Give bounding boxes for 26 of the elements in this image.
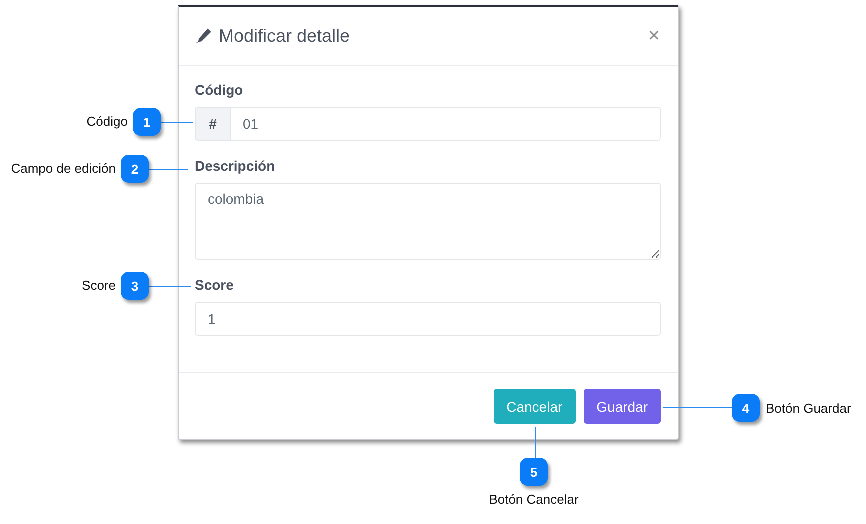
callout-badge: 4 <box>732 394 760 422</box>
callout-label: Score <box>82 278 116 294</box>
callout-label: Campo de edición <box>11 161 116 177</box>
callout-label: Botón Cancelar <box>489 492 579 508</box>
save-button[interactable]: Guardar <box>584 389 661 424</box>
leader-line <box>663 407 733 408</box>
field-label: Código <box>195 82 244 98</box>
close-button[interactable]: × <box>648 26 660 46</box>
callout-badge: 1 <box>133 108 161 136</box>
callout-badge: 3 <box>121 272 149 300</box>
leader-line <box>161 122 193 123</box>
callout-label: Botón Guardar <box>766 401 852 417</box>
callout-badge: 5 <box>520 458 548 486</box>
pencil-icon <box>195 27 213 45</box>
callout-badge: 2 <box>121 155 149 183</box>
dialog-title: Modificar detalle <box>219 26 350 46</box>
leader-line <box>535 427 536 458</box>
hash-addon: # <box>195 107 230 141</box>
leader-line <box>149 169 188 170</box>
description-textarea[interactable]: colombia <box>195 183 661 260</box>
callout-label: Código <box>86 114 128 130</box>
field-label: Descripción <box>195 158 276 174</box>
field-label: Score <box>195 277 235 293</box>
code-input[interactable]: 01 <box>230 107 661 141</box>
leader-line <box>149 286 191 287</box>
score-input[interactable]: 1 <box>195 302 661 336</box>
